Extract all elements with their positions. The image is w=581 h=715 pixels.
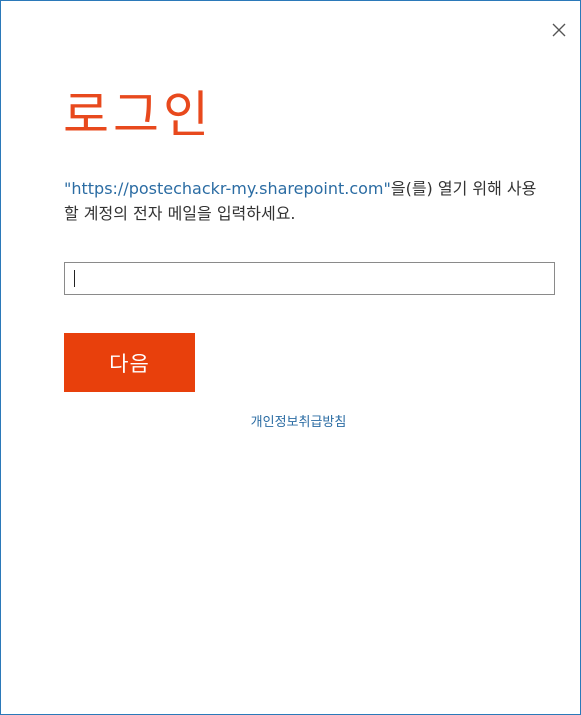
sharepoint-url: https://postechackr-my.sharepoint.com <box>71 179 384 198</box>
close-icon <box>552 23 566 37</box>
description-quote-close: " <box>383 179 391 198</box>
page-title: 로그인 <box>63 86 213 144</box>
close-button[interactable] <box>546 17 572 43</box>
text-caret <box>74 270 75 287</box>
login-dialog: 로그인 "https://postechackr-my.sharepoint.c… <box>0 0 581 715</box>
login-description: "https://postechackr-my.sharepoint.com"을… <box>64 176 544 226</box>
privacy-policy-link[interactable]: 개인정보취급방침 <box>1 411 581 430</box>
email-field[interactable] <box>64 262 555 295</box>
next-button[interactable]: 다음 <box>64 333 195 392</box>
